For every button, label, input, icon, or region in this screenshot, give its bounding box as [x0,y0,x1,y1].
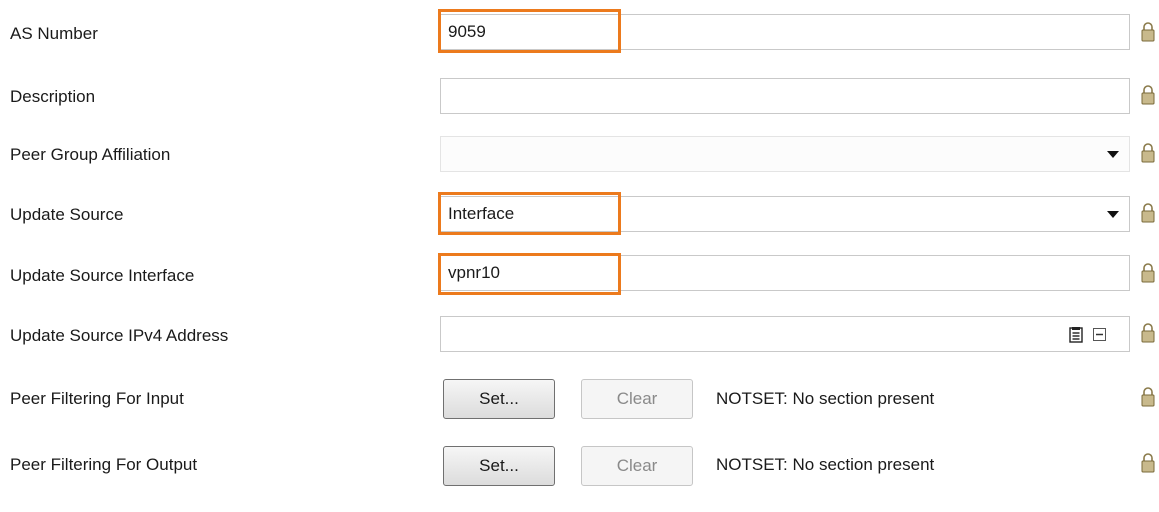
peer-group-affiliation-label: Peer Group Affiliation [10,145,171,164]
update-source-interface-input[interactable]: vpnr10 [440,255,1130,291]
as-number-label: AS Number [10,24,98,43]
as-number-input[interactable]: 9059 [440,14,1130,50]
update-source-select[interactable]: Interface [440,196,1130,232]
update-source-label: Update Source [10,205,124,224]
dropdown-arrow-icon[interactable] [1107,151,1119,158]
clear-output-button[interactable]: Clear [581,446,693,486]
peer-group-affiliation-select[interactable] [440,136,1130,172]
update-source-interface-label: Update Source Interface [10,266,195,285]
lock-icon[interactable] [1141,387,1155,407]
update-source-value: Interface [448,204,515,223]
notes-icon[interactable] [1069,327,1083,343]
description-label: Description [10,87,96,106]
lock-icon[interactable] [1141,203,1155,223]
lock-icon[interactable] [1141,453,1155,473]
as-number-value: 9059 [448,22,486,41]
lock-icon[interactable] [1141,143,1155,163]
lock-icon[interactable] [1141,323,1155,343]
dropdown-arrow-icon[interactable] [1107,211,1119,218]
update-source-ipv4-input[interactable] [440,316,1130,352]
peer-filter-output-status: NOTSET: No section present [716,455,935,474]
peer-filter-input-status: NOTSET: No section present [716,389,935,408]
update-source-ipv4-label: Update Source IPv4 Address [10,326,229,345]
lock-icon[interactable] [1141,22,1155,42]
lock-icon[interactable] [1141,85,1155,105]
minus-icon[interactable] [1093,328,1106,341]
peer-filter-input-label: Peer Filtering For Input [10,389,184,408]
peer-filter-output-label: Peer Filtering For Output [10,455,198,474]
update-source-interface-value: vpnr10 [448,263,500,282]
set-input-button[interactable]: Set... [443,379,555,419]
description-input[interactable] [440,78,1130,114]
clear-input-button[interactable]: Clear [581,379,693,419]
lock-icon[interactable] [1141,263,1155,283]
set-output-button[interactable]: Set... [443,446,555,486]
